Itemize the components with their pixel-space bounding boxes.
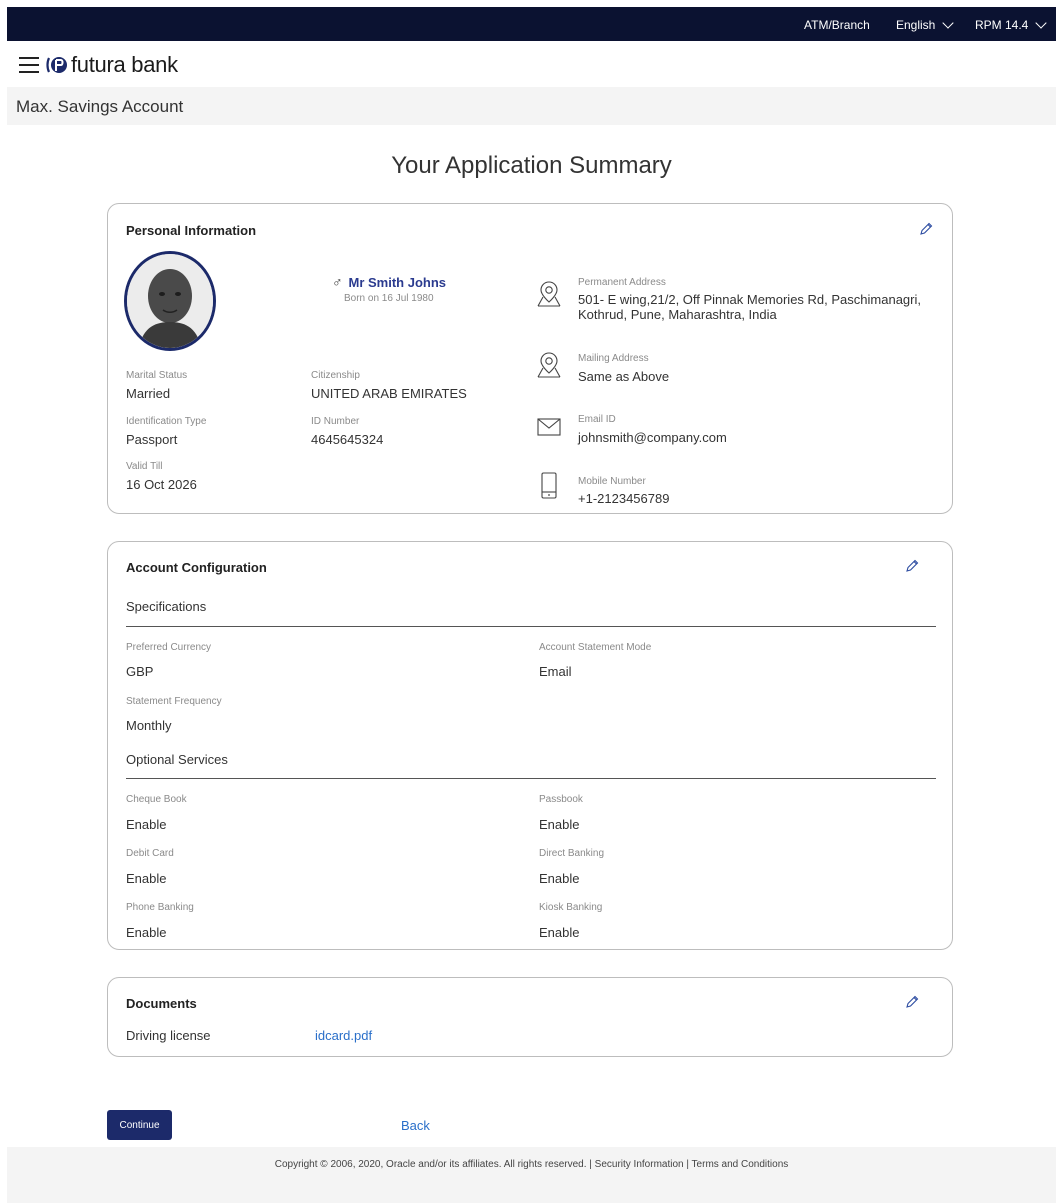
footer-copyright: Copyright © 2006, 2020, Oracle and/or it… — [274, 1159, 789, 1170]
version-label: RPM 14.4 — [975, 18, 1029, 32]
permanent-address-line1: 501- E wing,21/2, Off Pinnak Memories Rd… — [578, 292, 921, 307]
cheque-book-label: Cheque Book — [126, 794, 187, 805]
divider — [126, 778, 936, 779]
email-envelope-icon — [537, 418, 561, 436]
identification-type-label: Identification Type — [126, 416, 207, 427]
chevron-down-icon — [1035, 17, 1048, 29]
id-number-label: ID Number — [311, 416, 360, 427]
account-statement-mode-label: Account Statement Mode — [539, 642, 652, 653]
marital-status-label: Marital Status — [126, 370, 188, 381]
divider — [126, 626, 936, 627]
edit-pencil-icon[interactable] — [904, 994, 920, 1010]
document-type: Driving license — [126, 1028, 211, 1043]
avatar — [124, 251, 216, 351]
personal-information-card: Personal Information ♂ Mr Smith Johns Bo… — [107, 203, 953, 514]
applicant-name-text: Mr Smith Johns — [348, 274, 447, 290]
email-id-label: Email ID — [578, 414, 616, 425]
language-label: English — [896, 18, 936, 32]
bank-name: futura bank — [71, 52, 178, 77]
page-header-bar: Max. Savings Account — [7, 87, 1056, 125]
citizenship-label: Citizenship — [311, 370, 360, 381]
applicant-name: ♂ Mr Smith Johns — [332, 274, 446, 290]
statement-frequency-value: Monthly — [126, 718, 172, 733]
valid-till-label: Valid Till — [126, 461, 163, 472]
page-breadcrumb: Max. Savings Account — [16, 97, 184, 116]
debit-card-value: Enable — [126, 871, 167, 886]
direct-banking-value: Enable — [539, 871, 580, 886]
date-of-birth: Born on 16 Jul 1980 — [344, 293, 434, 304]
account-statement-mode-value: Email — [539, 664, 572, 679]
statement-frequency-label: Statement Frequency — [126, 696, 222, 707]
document-file-link[interactable]: idcard.pdf — [315, 1028, 372, 1043]
passbook-value: Enable — [539, 817, 580, 832]
atm-branch-link[interactable]: ATM/Branch — [804, 18, 870, 32]
documents-card: Documents Driving license idcard.pdf — [107, 977, 953, 1057]
kiosk-banking-label: Kiosk Banking — [539, 902, 603, 913]
personal-information-title: Personal Information — [126, 223, 257, 238]
continue-button[interactable]: Continue — [107, 1110, 172, 1140]
mobile-phone-icon — [541, 472, 557, 499]
identification-type-value: Passport — [126, 432, 178, 447]
optional-services-heading: Optional Services — [126, 752, 228, 767]
mailing-address-value: Same as Above — [578, 369, 670, 384]
footer-band — [7, 1147, 1056, 1203]
mailing-address-label: Mailing Address — [578, 353, 649, 364]
preferred-currency-label: Preferred Currency — [126, 642, 212, 653]
permanent-address-line2: Kothrud, Pune, Maharashtra, India — [578, 307, 777, 322]
menu-icon[interactable] — [19, 57, 39, 73]
account-configuration-card: Account Configuration Specifications Pre… — [107, 541, 953, 950]
top-bar: ATM/Branch English RPM 14.4 — [7, 7, 1056, 41]
direct-banking-label: Direct Banking — [539, 848, 605, 859]
profile-photo — [127, 254, 213, 348]
bank-logo[interactable]: futura bank — [46, 52, 178, 78]
mobile-number-value: +1-2123456789 — [578, 491, 670, 506]
version-dropdown[interactable]: RPM 14.4 — [975, 17, 1048, 32]
account-configuration-title: Account Configuration — [126, 560, 267, 575]
documents-title: Documents — [126, 996, 197, 1011]
edit-pencil-icon[interactable] — [904, 558, 920, 574]
cheque-book-value: Enable — [126, 817, 167, 832]
marital-status-value: Married — [126, 386, 171, 401]
specifications-heading: Specifications — [126, 599, 207, 614]
phone-banking-value: Enable — [126, 925, 167, 940]
valid-till-value: 16 Oct 2026 — [126, 477, 197, 492]
atm-branch-label: ATM/Branch — [804, 18, 870, 32]
location-pin-icon — [537, 281, 561, 307]
mobile-number-label: Mobile Number — [578, 476, 646, 487]
brand-bar: futura bank — [7, 41, 1056, 87]
citizenship-value: UNITED ARAB EMIRATES — [311, 386, 467, 401]
location-pin-icon — [537, 352, 561, 378]
permanent-address-label: Permanent Address — [578, 277, 666, 288]
chevron-down-icon — [942, 17, 955, 29]
language-dropdown[interactable]: English — [896, 17, 955, 32]
edit-pencil-icon[interactable] — [918, 221, 934, 237]
passbook-label: Passbook — [539, 794, 583, 805]
id-number-value: 4645645324 — [311, 432, 384, 447]
page-title: Your Application Summary — [391, 152, 672, 179]
kiosk-banking-value: Enable — [539, 925, 580, 940]
back-link[interactable]: Back — [401, 1118, 430, 1133]
futura-logo-icon — [46, 57, 67, 73]
app-frame: ATM/Branch English RPM 14.4 futura bank … — [7, 7, 1056, 1203]
preferred-currency-value: GBP — [126, 664, 154, 679]
debit-card-label: Debit Card — [126, 848, 174, 859]
email-id-value: johnsmith@company.com — [578, 430, 727, 445]
phone-banking-label: Phone Banking — [126, 902, 194, 913]
male-gender-icon: ♂ — [332, 274, 343, 290]
